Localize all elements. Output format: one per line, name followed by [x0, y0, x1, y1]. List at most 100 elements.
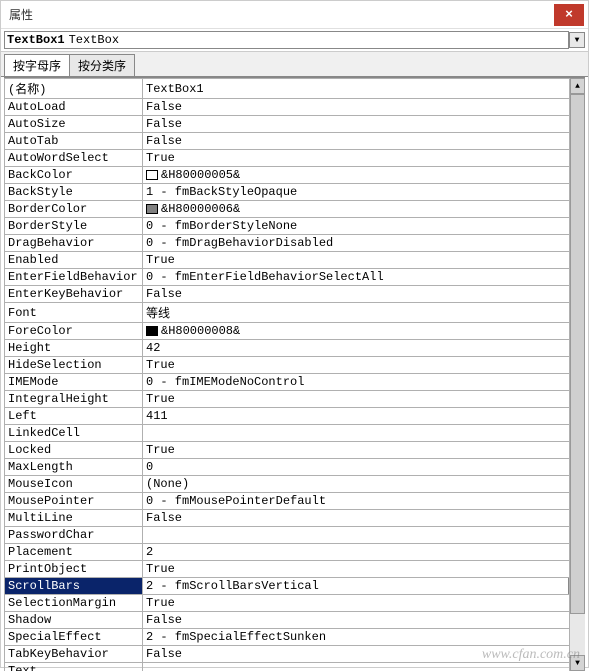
- chevron-down-icon[interactable]: ▼: [569, 32, 585, 48]
- property-name[interactable]: AutoWordSelect: [5, 150, 143, 167]
- vertical-scrollbar[interactable]: ▲ ▼: [569, 78, 585, 671]
- property-name[interactable]: Locked: [5, 442, 143, 459]
- property-value[interactable]: 0 - fmMousePointerDefault: [143, 493, 585, 510]
- property-name[interactable]: SpecialEffect: [5, 629, 143, 646]
- property-row[interactable]: DragBehavior0 - fmDragBehaviorDisabled: [5, 235, 585, 252]
- property-value[interactable]: 1 - fmBackStyleOpaque: [143, 184, 585, 201]
- property-value[interactable]: True: [143, 150, 585, 167]
- property-row[interactable]: ForeColor&H80000008&: [5, 323, 585, 340]
- property-name[interactable]: AutoSize: [5, 116, 143, 133]
- tab-alphabetic[interactable]: 按字母序: [4, 54, 70, 76]
- property-value[interactable]: &H80000005&: [143, 167, 585, 184]
- property-row[interactable]: LinkedCell: [5, 425, 585, 442]
- property-row[interactable]: AutoWordSelectTrue: [5, 150, 585, 167]
- property-name[interactable]: HideSelection: [5, 357, 143, 374]
- property-name[interactable]: BorderStyle: [5, 218, 143, 235]
- property-name[interactable]: PasswordChar: [5, 527, 143, 544]
- property-row[interactable]: AutoLoadFalse: [5, 99, 585, 116]
- property-row[interactable]: PasswordChar: [5, 527, 585, 544]
- property-name[interactable]: Font: [5, 303, 143, 323]
- property-name[interactable]: (名称): [5, 79, 143, 99]
- property-value[interactable]: True: [143, 391, 585, 408]
- property-value[interactable]: [143, 425, 585, 442]
- property-value[interactable]: &H80000008&: [143, 323, 585, 340]
- property-name[interactable]: Height: [5, 340, 143, 357]
- property-value[interactable]: False: [143, 133, 585, 150]
- property-name[interactable]: MultiLine: [5, 510, 143, 527]
- property-name[interactable]: DragBehavior: [5, 235, 143, 252]
- property-value[interactable]: 2: [143, 544, 585, 561]
- property-value[interactable]: False: [143, 99, 585, 116]
- property-name[interactable]: ScrollBars: [5, 578, 143, 595]
- property-value[interactable]: False: [143, 510, 585, 527]
- scrollbar-thumb[interactable]: [570, 94, 585, 614]
- property-value[interactable]: 42: [143, 340, 585, 357]
- property-row[interactable]: MaxLength0: [5, 459, 585, 476]
- property-row[interactable]: ScrollBars2 - fmScrollBarsVertical▼: [5, 578, 585, 595]
- property-row[interactable]: PrintObjectTrue: [5, 561, 585, 578]
- property-value[interactable]: True: [143, 442, 585, 459]
- property-row[interactable]: BorderColor&H80000006&: [5, 201, 585, 218]
- property-name[interactable]: MouseIcon: [5, 476, 143, 493]
- property-value[interactable]: 0 - fmBorderStyleNone: [143, 218, 585, 235]
- property-name[interactable]: EnterKeyBehavior: [5, 286, 143, 303]
- property-name[interactable]: MousePointer: [5, 493, 143, 510]
- object-selector[interactable]: TextBox1 TextBox: [4, 31, 569, 49]
- property-value[interactable]: False: [143, 286, 585, 303]
- property-row[interactable]: Left411: [5, 408, 585, 425]
- property-value[interactable]: True: [143, 595, 585, 612]
- property-value[interactable]: 0 - fmDragBehaviorDisabled: [143, 235, 585, 252]
- property-name[interactable]: IntegralHeight: [5, 391, 143, 408]
- property-name[interactable]: EnterFieldBehavior: [5, 269, 143, 286]
- property-row[interactable]: MultiLineFalse: [5, 510, 585, 527]
- property-row[interactable]: Height42: [5, 340, 585, 357]
- tab-categorized[interactable]: 按分类序: [69, 54, 135, 76]
- property-value[interactable]: 0 - fmIMEModeNoControl: [143, 374, 585, 391]
- property-row[interactable]: BackStyle1 - fmBackStyleOpaque: [5, 184, 585, 201]
- property-row[interactable]: AutoSizeFalse: [5, 116, 585, 133]
- property-name[interactable]: PrintObject: [5, 561, 143, 578]
- property-name[interactable]: AutoLoad: [5, 99, 143, 116]
- property-value[interactable]: True: [143, 561, 585, 578]
- property-row[interactable]: EnterFieldBehavior0 - fmEnterFieldBehavi…: [5, 269, 585, 286]
- property-row[interactable]: EnterKeyBehaviorFalse: [5, 286, 585, 303]
- property-row[interactable]: BorderStyle0 - fmBorderStyleNone: [5, 218, 585, 235]
- property-row[interactable]: (名称)TextBox1: [5, 79, 585, 99]
- scroll-up-icon[interactable]: ▲: [570, 78, 585, 94]
- property-value[interactable]: False: [143, 646, 585, 663]
- property-value[interactable]: 等线: [143, 303, 585, 323]
- property-row[interactable]: IMEMode0 - fmIMEModeNoControl: [5, 374, 585, 391]
- property-name[interactable]: Enabled: [5, 252, 143, 269]
- property-row[interactable]: SelectionMarginTrue: [5, 595, 585, 612]
- property-row[interactable]: MousePointer0 - fmMousePointerDefault: [5, 493, 585, 510]
- property-value[interactable]: 0: [143, 459, 585, 476]
- property-row[interactable]: LockedTrue: [5, 442, 585, 459]
- property-row[interactable]: Font等线: [5, 303, 585, 323]
- property-name[interactable]: LinkedCell: [5, 425, 143, 442]
- property-value[interactable]: (None): [143, 476, 585, 493]
- property-value[interactable]: [143, 527, 585, 544]
- property-row[interactable]: HideSelectionTrue: [5, 357, 585, 374]
- property-name[interactable]: IMEMode: [5, 374, 143, 391]
- property-name[interactable]: BackStyle: [5, 184, 143, 201]
- property-row[interactable]: MouseIcon(None): [5, 476, 585, 493]
- property-value[interactable]: 2 - fmScrollBarsVertical▼: [143, 578, 585, 595]
- property-row[interactable]: IntegralHeightTrue: [5, 391, 585, 408]
- property-row[interactable]: Text: [5, 663, 585, 671]
- property-name[interactable]: Placement: [5, 544, 143, 561]
- property-name[interactable]: Text: [5, 663, 143, 671]
- scroll-down-icon[interactable]: ▼: [570, 655, 585, 671]
- property-value[interactable]: TextBox1: [143, 79, 585, 99]
- property-value[interactable]: 2 - fmSpecialEffectSunken: [143, 629, 585, 646]
- property-row[interactable]: TabKeyBehaviorFalse: [5, 646, 585, 663]
- property-row[interactable]: BackColor&H80000005&: [5, 167, 585, 184]
- property-name[interactable]: BorderColor: [5, 201, 143, 218]
- property-value[interactable]: True: [143, 252, 585, 269]
- property-name[interactable]: MaxLength: [5, 459, 143, 476]
- property-name[interactable]: SelectionMargin: [5, 595, 143, 612]
- property-name[interactable]: Left: [5, 408, 143, 425]
- property-value[interactable]: &H80000006&: [143, 201, 585, 218]
- property-value[interactable]: 411: [143, 408, 585, 425]
- property-value[interactable]: 0 - fmEnterFieldBehaviorSelectAll: [143, 269, 585, 286]
- property-row[interactable]: EnabledTrue: [5, 252, 585, 269]
